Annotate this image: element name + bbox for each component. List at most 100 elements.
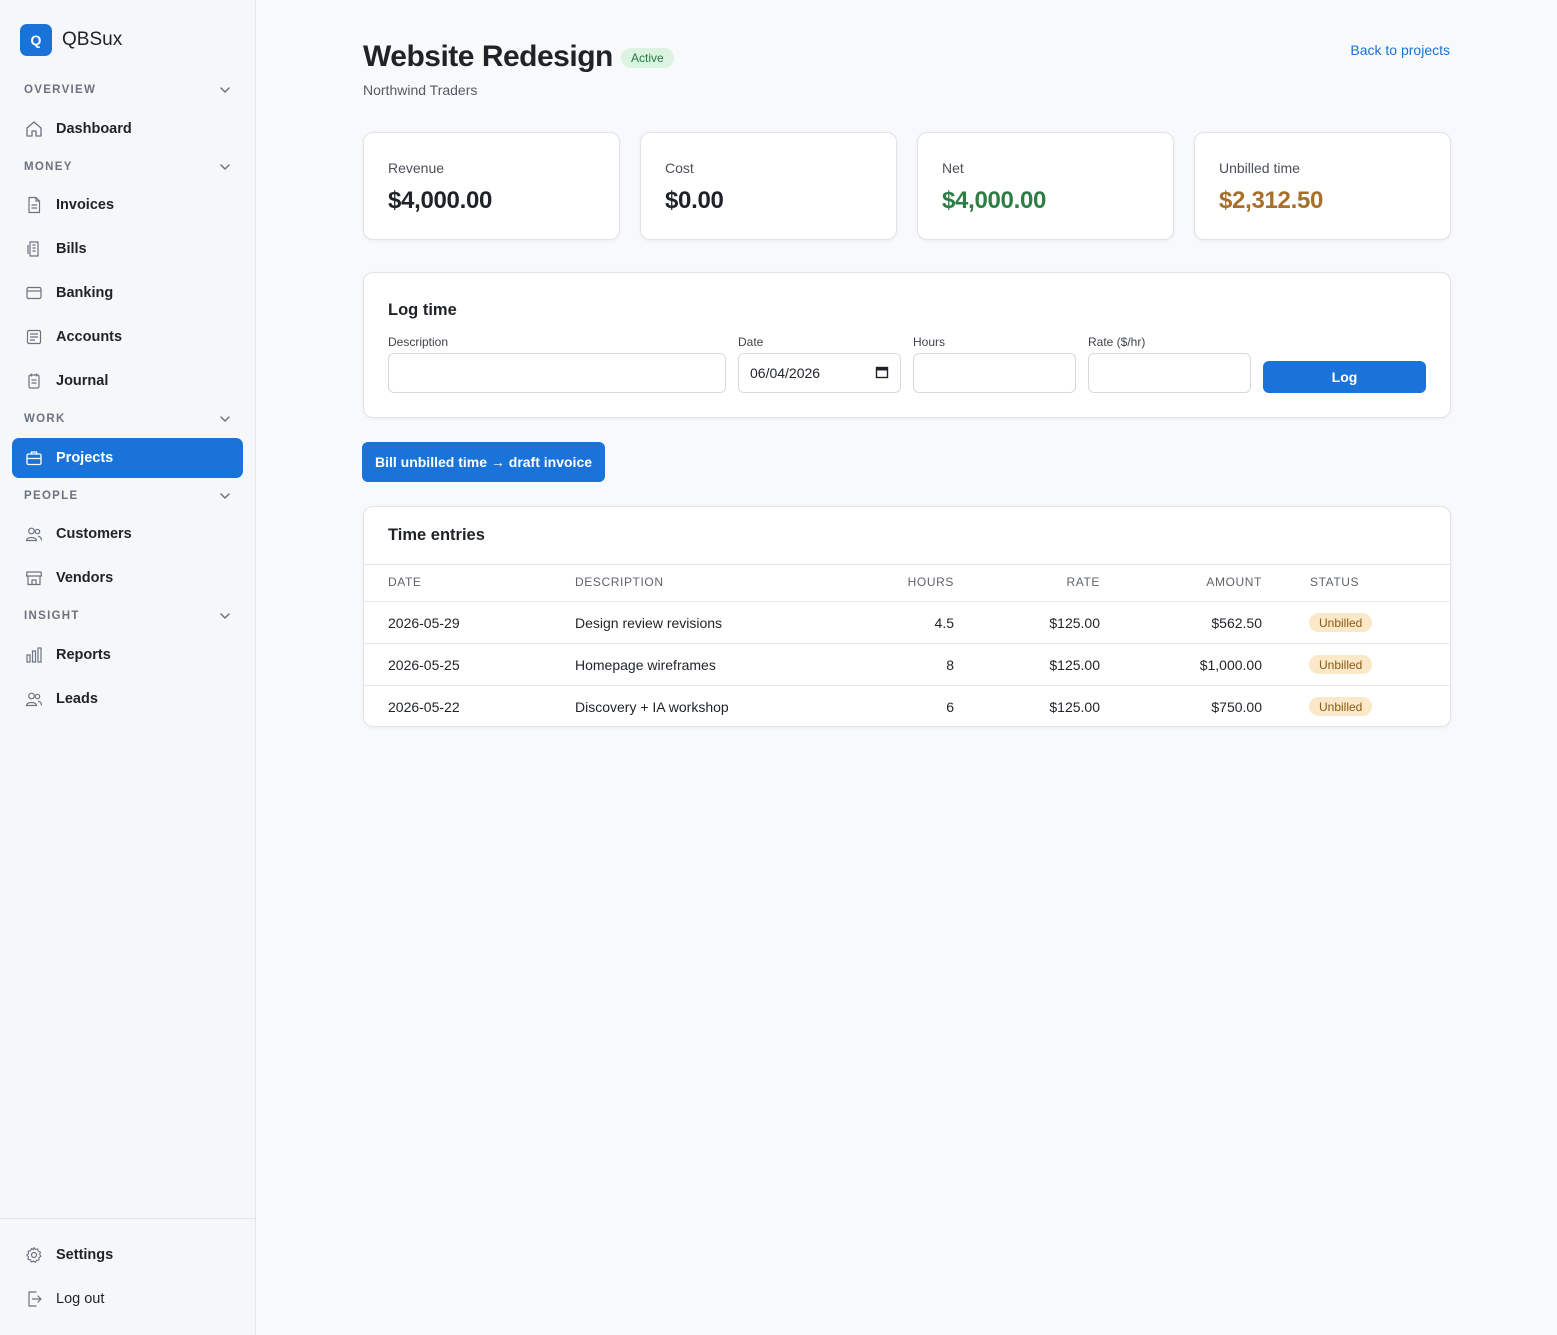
cell-description: Design review revisions (575, 615, 723, 631)
bar-chart-icon (24, 645, 44, 665)
time-entries-card: Time entries DATE DESCRIPTION HOURS RATE… (363, 506, 1451, 727)
sidebar-item-label: Bills (56, 241, 87, 257)
sidebar-item-label: Invoices (56, 197, 115, 213)
stat-label: Unbilled time (1219, 160, 1300, 176)
chevron-down-icon (218, 83, 232, 97)
back-to-projects-link[interactable]: Back to projects (1350, 42, 1450, 58)
sidebar-item-label: Vendors (56, 570, 114, 586)
sidebar-item-label: Leads (56, 691, 98, 707)
store-icon (24, 568, 44, 588)
chevron-down-icon (218, 160, 232, 174)
briefcase-icon (24, 448, 44, 468)
cell-rate: $125.00 (1049, 657, 1100, 673)
section-label: OVERVIEW (24, 84, 97, 96)
sidebar-divider (0, 1218, 255, 1219)
brand[interactable]: Q QBSux (20, 24, 122, 56)
status-badge: Unbilled (1309, 697, 1373, 716)
cell-hours: 8 (946, 657, 954, 673)
bill-unbilled-time-button[interactable]: Bill unbilled time → draft invoice (362, 442, 605, 482)
hours-label: Hours (913, 335, 946, 349)
stat-card-unbilled: Unbilled time $2,312.50 (1194, 132, 1451, 240)
sidebar-item-bills[interactable]: Bills (12, 229, 243, 269)
divider (364, 564, 1450, 565)
log-time-title: Log time (388, 301, 457, 319)
gear-icon (24, 1245, 44, 1265)
sidebar-item-label: Log out (56, 1291, 105, 1307)
sidebar-item-settings[interactable]: Settings (12, 1235, 243, 1275)
sidebar-item-logout[interactable]: Log out (12, 1279, 243, 1319)
date-label: Date (738, 335, 764, 349)
section-insight[interactable]: INSIGHT (24, 606, 232, 626)
sidebar-item-banking[interactable]: Banking (12, 273, 243, 313)
rate-input[interactable] (1088, 353, 1251, 393)
section-money[interactable]: MONEY (24, 157, 232, 177)
date-input[interactable]: 06/04/2026 (738, 353, 901, 393)
cell-date: 2026-05-25 (388, 657, 460, 673)
section-work[interactable]: WORK (24, 409, 232, 429)
log-time-card: Log time Description Date 06/04/2026 Hou… (363, 272, 1451, 418)
cell-rate: $125.00 (1049, 699, 1100, 715)
cell-description: Homepage wireframes (575, 657, 716, 673)
chevron-down-icon (218, 412, 232, 426)
users-icon (24, 689, 44, 709)
column-header-description: DESCRIPTION (575, 575, 664, 589)
sidebar-item-reports[interactable]: Reports (12, 635, 243, 675)
stat-card-cost: Cost $0.00 (640, 132, 897, 240)
sidebar-item-dashboard[interactable]: Dashboard (12, 109, 243, 149)
logout-icon (24, 1289, 44, 1309)
section-people[interactable]: PEOPLE (24, 486, 232, 506)
stat-card-net: Net $4,000.00 (917, 132, 1174, 240)
sidebar-item-label: Projects (56, 450, 114, 466)
sidebar-item-accounts[interactable]: Accounts (12, 317, 243, 357)
document-icon (24, 195, 44, 215)
hours-input[interactable] (913, 353, 1076, 393)
table-row: 2026-05-22 Discovery + IA workshop 6 $12… (364, 685, 1450, 726)
column-header-status: STATUS (1310, 575, 1360, 589)
description-label: Description (388, 335, 449, 349)
cell-rate: $125.00 (1049, 615, 1100, 631)
column-header-amount: AMOUNT (1206, 575, 1262, 589)
cell-amount: $1,000.00 (1199, 657, 1262, 673)
sidebar-item-journal[interactable]: Journal (12, 361, 243, 401)
sidebar-item-invoices[interactable]: Invoices (12, 185, 243, 225)
table-row: 2026-05-25 Homepage wireframes 8 $125.00… (364, 643, 1450, 685)
section-label: PEOPLE (24, 490, 79, 502)
section-label: WORK (24, 413, 66, 425)
status-badge: Unbilled (1309, 613, 1373, 632)
date-value: 06/04/2026 (750, 365, 821, 381)
stat-value: $0.00 (665, 187, 724, 214)
sidebar-item-label: Customers (56, 526, 132, 542)
users-icon (24, 524, 44, 544)
chevron-down-icon (218, 609, 232, 623)
cell-amount: $750.00 (1211, 699, 1262, 715)
brand-logo: Q (20, 24, 52, 56)
stat-card-revenue: Revenue $4,000.00 (363, 132, 620, 240)
status-badge: Active (621, 48, 674, 68)
cell-date: 2026-05-29 (388, 615, 460, 631)
page-title: Website Redesign (363, 40, 613, 73)
description-input[interactable] (388, 353, 726, 393)
chevron-down-icon (218, 489, 232, 503)
receipt-icon (24, 239, 44, 259)
journal-icon (24, 371, 44, 391)
stat-value: $4,000.00 (942, 187, 1047, 214)
sidebar-item-customers[interactable]: Customers (12, 514, 243, 554)
main-content: Website Redesign Active Northwind Trader… (256, 0, 1557, 1335)
time-entries-title: Time entries (388, 526, 485, 544)
ledger-icon (24, 327, 44, 347)
sidebar-item-label: Banking (56, 285, 114, 301)
log-button[interactable]: Log (1263, 361, 1426, 393)
stat-label: Cost (665, 160, 694, 176)
sidebar-item-vendors[interactable]: Vendors (12, 558, 243, 598)
sidebar-item-label: Reports (56, 647, 111, 663)
calendar-icon[interactable] (875, 365, 889, 382)
section-overview[interactable]: OVERVIEW (24, 80, 232, 100)
sidebar-item-projects[interactable]: Projects (12, 438, 243, 478)
table-row: 2026-05-29 Design review revisions 4.5 $… (364, 601, 1450, 643)
cell-hours: 4.5 (934, 615, 954, 631)
sidebar-item-leads[interactable]: Leads (12, 679, 243, 719)
sidebar-item-label: Journal (56, 373, 109, 389)
section-label: MONEY (24, 161, 73, 173)
column-header-hours: HOURS (907, 575, 954, 589)
sidebar: Q QBSux OVERVIEW Dashboard MONEY Invoice… (0, 0, 256, 1335)
